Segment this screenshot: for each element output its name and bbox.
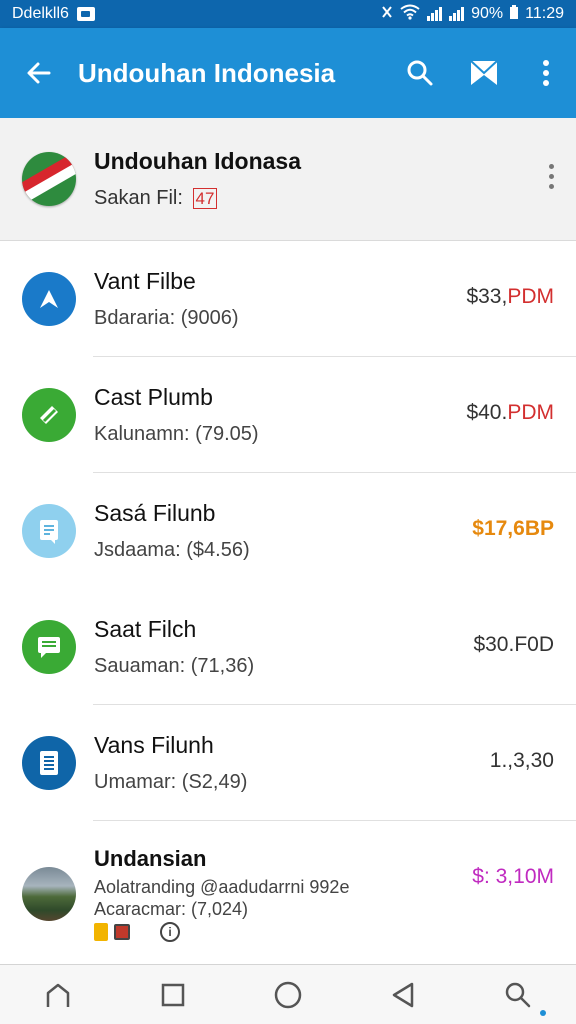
item-subtitle: Bdararia: (9006) [94, 307, 239, 329]
header-more-icon[interactable] [549, 164, 554, 189]
item-subtitle: Umamar: (S2,49) [94, 771, 248, 793]
wifi-icon [400, 4, 420, 25]
nav-back-button[interactable] [373, 965, 433, 1024]
compass-icon [22, 272, 76, 326]
document-icon [22, 504, 76, 558]
item-subtitle: Acaracmar: (7,024) [94, 898, 249, 919]
search-button[interactable] [388, 28, 452, 118]
nav-recent-apps-button[interactable] [143, 965, 203, 1024]
item-amount: $: 3,10M [472, 865, 554, 888]
header-subtitle: Sakan Fil: 47 [94, 187, 301, 210]
item-subtitle: Kalunamn: (79.05) [94, 423, 259, 445]
file-icon [22, 736, 76, 790]
nav-search-button[interactable] [488, 965, 548, 1024]
edit-icon [22, 388, 76, 442]
list-item[interactable]: Cast Plumb Kalunamn: (79.05) $40.PDM [0, 357, 576, 473]
back-arrow-icon [27, 62, 51, 84]
system-nav-bar [0, 964, 576, 1024]
circle-home-icon [274, 981, 302, 1008]
back-triangle-icon [392, 982, 414, 1007]
carrier-label: Ddelkll6 [12, 5, 69, 22]
list-item[interactable]: Vant Filbe Bdararia: (9006) $33,PDM [0, 241, 576, 357]
app-title: Undouhan Indonesia [78, 57, 336, 88]
item-amount: $40.PDM [466, 401, 554, 424]
list-item[interactable]: Undansian Aolatranding @aadudarrni 992e … [0, 821, 576, 966]
header-title: Undouhan Idonasa [94, 148, 301, 174]
landscape-photo-avatar [22, 866, 76, 921]
file-list: Vant Filbe Bdararia: (9006) $33,PDM Cast… [0, 241, 576, 966]
image-notification-icon [76, 7, 95, 21]
signal-icon-2 [449, 7, 465, 21]
bookmark-icon [470, 60, 498, 85]
info-icon[interactable]: i [160, 921, 180, 942]
search-icon [407, 60, 433, 86]
nav-home-button[interactable] [28, 965, 88, 1024]
item-amount: 1.,3,30 [489, 749, 554, 772]
status-bar: Ddelkll6 90% 11:29 [0, 0, 576, 28]
message-icon [22, 620, 76, 674]
search-icon [506, 982, 531, 1007]
app-bar: Undouhan Indonesia [0, 28, 576, 118]
item-amount: $30.F0D [473, 633, 554, 656]
list-item[interactable]: Saat Filch Sauaman: (71,36) $30.F0D [0, 589, 576, 705]
file-count-badge: 47 [192, 188, 218, 209]
list-item[interactable]: Vans Filunh Umamar: (S2,49) 1.,3,30 [0, 705, 576, 821]
nav-circle-home-button[interactable] [258, 965, 318, 1024]
home-icon [46, 983, 69, 1007]
back-button[interactable] [0, 28, 78, 118]
item-amount: $17,6BP [472, 517, 554, 540]
more-options-button[interactable] [516, 28, 576, 118]
nfc-icon [381, 5, 393, 24]
recent-apps-icon [161, 983, 185, 1006]
document-badge-icon [94, 922, 108, 941]
indonesia-flag-icon [22, 152, 76, 206]
item-amount: $33,PDM [466, 285, 554, 308]
battery-percent: 90% [471, 5, 504, 22]
bookmark-button[interactable] [452, 28, 516, 118]
item-subtitle: Jsdaama: ($4.56) [94, 539, 250, 561]
more-vert-icon [543, 60, 549, 86]
item-subtitle: Sauaman: (71,36) [94, 655, 255, 677]
battery-icon [510, 4, 519, 24]
header-card[interactable]: Undouhan Idonasa Sakan Fil: 47 [0, 118, 576, 241]
header-subtitle-label: Sakan Fil: [94, 187, 183, 209]
item-badges: i [94, 921, 576, 942]
package-badge-icon [114, 923, 130, 940]
list-item[interactable]: Sasá Filunb Jsdaama: ($4.56) $17,6BP [0, 473, 576, 589]
signal-icon [427, 7, 443, 21]
clock: 11:29 [525, 5, 564, 22]
notification-dot [540, 1010, 546, 1016]
